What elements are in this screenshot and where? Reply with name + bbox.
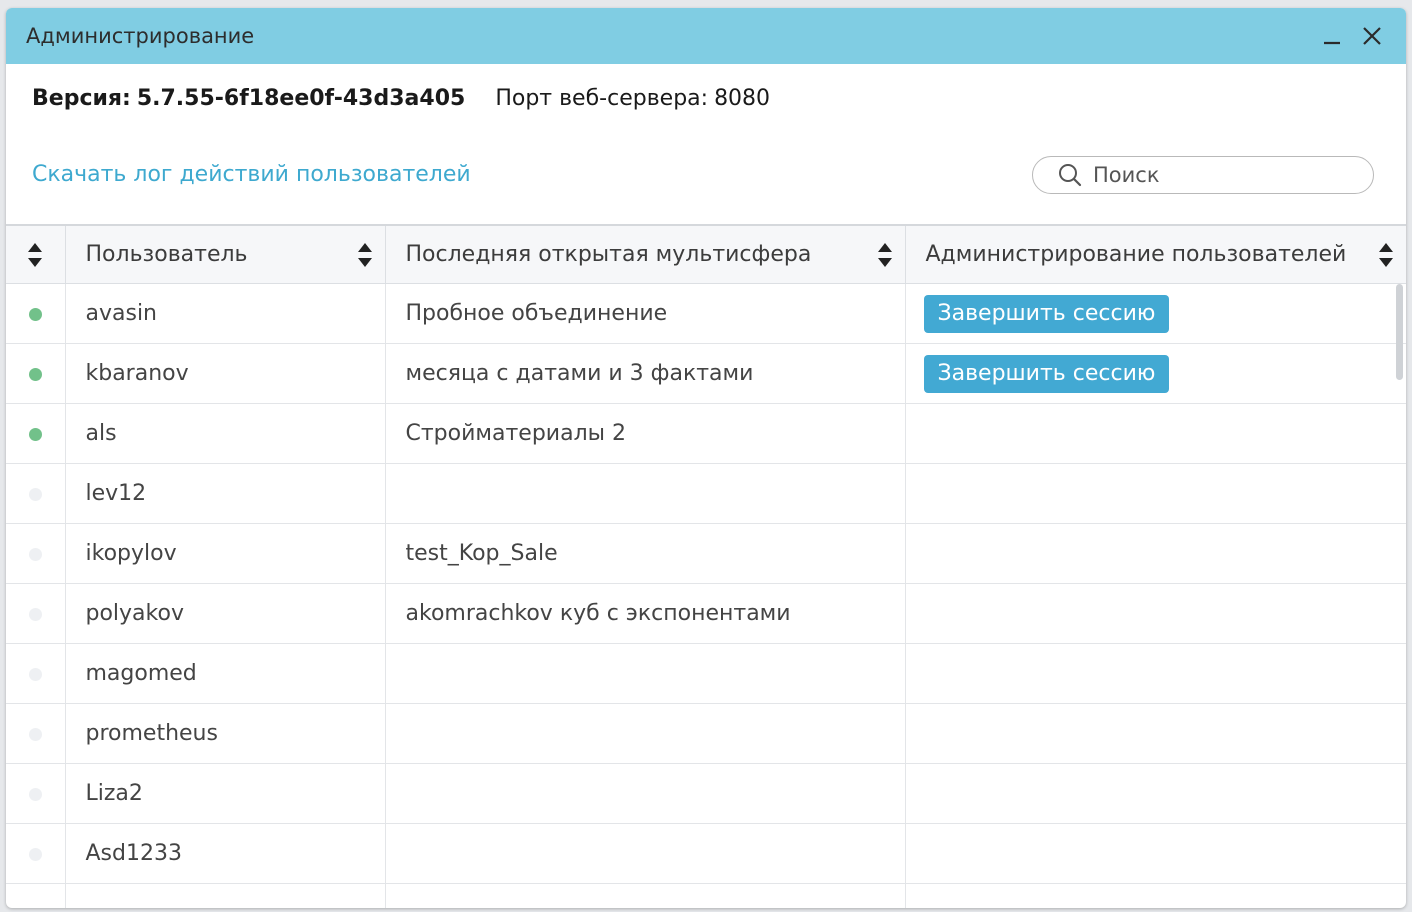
user-cell: als [65,403,386,464]
offline-status-icon [28,487,42,501]
sort-arrows-icon[interactable] [27,241,43,269]
admin-cell [905,523,1406,584]
admin-cell [905,883,1406,908]
status-cell [6,283,66,344]
online-status-icon [28,307,42,321]
search-box[interactable] [1032,156,1374,194]
multisphere-cell: akomrachkov куб с экспонентами [385,583,906,644]
multisphere-cell: месяца с датами и 3 фактами [385,343,906,404]
port-value: 8080 [714,86,771,111]
table-row[interactable]: als Стройматериалы 2 [6,403,1406,464]
server-info: Версия: 5.7.55-6f18ee0f-43d3a405 Порт веб-… [32,86,770,111]
close-icon[interactable] [1358,22,1386,50]
minimize-icon[interactable] [1318,22,1346,50]
user-cell: prometheus [65,703,386,764]
status-cell [6,643,66,704]
user-cell: lev12 [65,463,386,524]
search-input[interactable] [1091,162,1325,188]
offline-status-icon [28,907,42,908]
admin-cell [905,823,1406,884]
table-row[interactable]: ikopylov test_Kop_Sale [6,523,1406,584]
table-row[interactable]: kbaranov месяца с датами и 3 фактами Завер… [6,343,1406,404]
status-cell [6,763,66,824]
multisphere-cell [385,763,906,824]
offline-status-icon [28,787,42,801]
header-admin-label: Администрирование пользователей [925,242,1347,267]
header-status[interactable] [6,226,66,284]
header-admin[interactable]: Администрирование пользователей [905,226,1406,284]
status-cell [6,403,66,464]
table-row[interactable]: lev12 [6,463,1406,524]
multisphere-cell: test_Kop_Sale [385,523,906,584]
offline-status-icon [28,727,42,741]
end-session-button[interactable]: Завершить сессию [923,294,1170,333]
multisphere-cell [385,643,906,704]
admin-cell: Завершить сессию [905,343,1406,404]
table-row[interactable]: prometheus [6,703,1406,764]
status-cell [6,583,66,644]
multisphere-cell: Пробное объединение [385,283,906,344]
offline-status-icon [28,547,42,561]
multisphere-cell [385,463,906,524]
end-session-button[interactable]: Завершить сессию [923,354,1170,393]
table-row[interactable] [6,883,1406,908]
version-value: 5.7.55-6f18ee0f-43d3a405 [136,86,466,111]
dialog-title: Администрирование [26,24,255,48]
user-cell: kbaranov [65,343,386,404]
user-cell: Asd1233 [65,823,386,884]
user-cell: Liza2 [65,763,386,824]
status-cell [6,523,66,584]
multisphere-cell [385,703,906,764]
multisphere-cell [385,883,906,908]
user-cell: magomed [65,643,386,704]
table-scrollbar[interactable] [1396,284,1403,380]
admin-cell [905,763,1406,824]
admin-dialog: Администрирование Версия: 5.7.55-6f18ee0f… [6,8,1406,908]
status-cell [6,703,66,764]
offline-status-icon [28,847,42,861]
online-status-icon [28,427,42,441]
offline-status-icon [28,607,42,621]
search-icon [1057,162,1083,188]
sort-arrows-icon[interactable] [1378,241,1394,269]
admin-cell [905,583,1406,644]
offline-status-icon [28,667,42,681]
admin-cell [905,403,1406,464]
users-table: Пользователь Последняя открытая мультисф… [6,226,1406,908]
sort-arrows-icon[interactable] [877,241,893,269]
status-cell [6,343,66,404]
version-label: Версия: [32,86,131,111]
users-table-container: Пользователь Последняя открытая мультисф… [6,224,1406,908]
table-row[interactable]: Liza2 [6,763,1406,824]
multisphere-cell [385,823,906,884]
title-bar: Администрирование [6,8,1406,64]
user-cell: ikopylov [65,523,386,584]
admin-cell [905,463,1406,524]
download-log-link[interactable]: Скачать лог действий пользователей [32,162,471,187]
online-status-icon [28,367,42,381]
admin-cell: Завершить сессию [905,283,1406,344]
table-row[interactable]: polyakov akomrachkov куб с экспонентами [6,583,1406,644]
admin-cell [905,643,1406,704]
table-row[interactable]: magomed [6,643,1406,704]
table-header-row: Пользователь Последняя открытая мультисф… [6,226,1406,284]
port-label: Порт веб-сервера: [495,86,709,111]
header-user[interactable]: Пользователь [65,226,386,284]
multisphere-cell: Стройматериалы 2 [385,403,906,464]
table-row[interactable]: avasin Пробное объединение Завершить сесси… [6,283,1406,344]
sort-arrows-icon[interactable] [357,241,373,269]
user-cell: avasin [65,283,386,344]
header-multisphere-label: Последняя открытая мультисфера [405,242,812,267]
status-cell [6,883,66,908]
table-row[interactable]: Asd1233 [6,823,1406,884]
header-multisphere[interactable]: Последняя открытая мультисфера [385,226,906,284]
user-cell: polyakov [65,583,386,644]
status-cell [6,463,66,524]
status-cell [6,823,66,884]
header-user-label: Пользователь [85,242,248,267]
user-cell [65,883,386,908]
admin-cell [905,703,1406,764]
